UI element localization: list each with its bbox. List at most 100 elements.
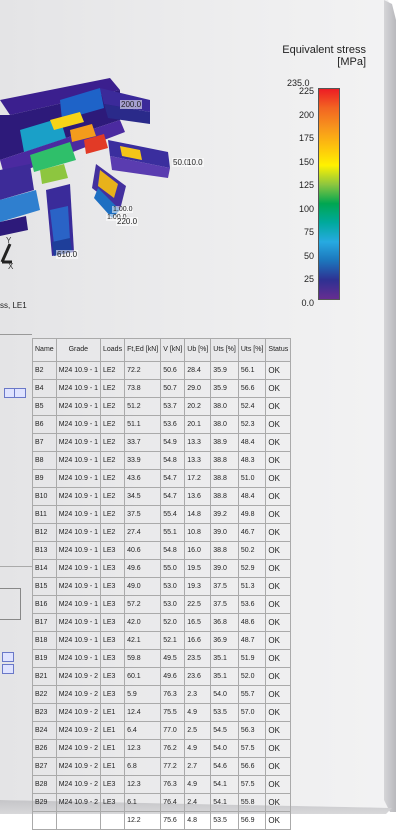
model-label-6: 220.0	[116, 217, 139, 226]
table-row: B22 M24 10.9 - 2 LE3 5.9 76.3 2.3 54.0 55.7 OK	[32, 685, 292, 704]
table-cell-v: 76.4	[160, 793, 186, 812]
table-cell-loads: LE3	[99, 631, 126, 650]
table-cell-grade: M24 10.9 - 2	[55, 739, 102, 758]
table-cell-loads: LE3	[99, 685, 126, 704]
table-cell-status: OK	[265, 667, 292, 686]
table-cell-grade: M24 10.9 - 1	[55, 415, 102, 434]
table-row: B29 M24 10.9 - 2 LE3 6.1 76.4 2.4 54.1 55.8 OK	[32, 793, 292, 812]
table-cell-grade: M24 10.9 - 1	[55, 469, 102, 488]
table-cell-ub: 16.5	[184, 613, 212, 632]
view-caption: ss, LE1	[0, 301, 27, 310]
table-cell-status: OK	[265, 541, 292, 560]
table-row: B24 M24 10.9 - 2 LE1 6.4 77.0 2.5 54.5 56.3 OK	[32, 721, 292, 740]
legend-tick-label: 225	[298, 86, 314, 96]
table-cell-v: 54.7	[160, 469, 186, 488]
model-label-3: 10.0	[186, 158, 204, 167]
table-cell-ft-ed: 42.0	[124, 613, 162, 632]
table-cell-ft-ed: 12.3	[124, 775, 162, 794]
table-cell-name: B13	[32, 541, 57, 560]
table-cell-v: 53.0	[160, 595, 186, 614]
table-cell-status: OK	[265, 595, 292, 614]
table-cell-grade: M24 10.9 - 2	[55, 793, 102, 812]
table-cell-v: 53.6	[160, 415, 186, 434]
table-cell-loads: LE2	[99, 415, 126, 434]
header-col-v: V [kN]	[160, 338, 186, 362]
table-cell-name: B26	[32, 739, 57, 758]
table-cell-ft-ed: 57.2	[124, 595, 162, 614]
table-cell-ft-ed: 51.2	[124, 397, 162, 416]
table-row: B5 M24 10.9 - 1 LE2 51.2 53.7 20.2 38.0 52.4 OK	[32, 397, 292, 416]
table-cell-ub: 23.5	[184, 649, 212, 668]
table-cell-ft-ed: 6.4	[124, 721, 162, 740]
table-cell-v: 49.5	[160, 649, 186, 668]
table-cell-v: 55.4	[160, 505, 186, 524]
table-row: B9 M24 10.9 - 1 LE2 43.6 54.7 17.2 38.8 51.0 OK	[32, 469, 292, 488]
table-cell-ft-ed: 37.5	[124, 505, 162, 524]
table-cell-uts: 54.5	[210, 721, 239, 740]
table-cell-name: B17	[32, 613, 57, 632]
table-cell-ft-ed: 73.8	[124, 379, 162, 398]
table-cell-grade: M24 10.9 - 1	[55, 379, 102, 398]
table-cell-grade: M24 10.9 - 1	[55, 451, 102, 470]
table-cell-uts-2: 51.9	[237, 649, 267, 668]
table-cell-ft-ed: 72.2	[124, 361, 162, 380]
table-cell-loads: LE1	[99, 703, 126, 722]
table-cell-uts-2: 52.3	[237, 415, 267, 434]
table-cell-ft-ed: 49.0	[124, 577, 162, 596]
table-cell-name: B21	[32, 667, 57, 686]
table-cell-name: B5	[32, 397, 57, 416]
table-cell-name: B12	[32, 523, 57, 542]
table-cell-ft-ed: 33.9	[124, 451, 162, 470]
table-cell-ub: 20.1	[184, 415, 212, 434]
table-cell-status: OK	[265, 361, 292, 380]
table-cell-ub: 16.6	[184, 631, 212, 650]
table-cell-name: B7	[32, 433, 57, 452]
table-cell-uts-2: 56.6	[237, 379, 267, 398]
table-cell-v: 52.1	[160, 631, 186, 650]
table-cell-uts-2: 50.2	[237, 541, 267, 560]
table-cell-grade: M24 10.9 - 2	[55, 721, 102, 740]
table-cell-ft-ed: 59.8	[124, 649, 162, 668]
table-cell-name: B29	[32, 793, 57, 812]
table-cell-ub: 4.9	[184, 775, 212, 794]
connection-thumbnail-icon	[14, 388, 26, 398]
table-cell-loads: LE3	[99, 541, 126, 560]
model-label-4: 1.00.0	[112, 206, 134, 213]
table-cell-ub: 2.7	[184, 757, 212, 776]
table-cell-uts: 38.9	[210, 433, 239, 452]
table-cell-loads: LE2	[99, 469, 126, 488]
table-cell-ft-ed: 6.8	[124, 757, 162, 776]
table-cell-loads: LE3	[99, 775, 126, 794]
table-cell-name: B23	[32, 703, 57, 722]
legend-tick-label: 25	[303, 274, 314, 285]
table-cell-v: 75.5	[160, 703, 186, 722]
table-cell-name: B16	[32, 595, 57, 614]
table-cell-uts-2: 51.0	[237, 469, 267, 488]
table-cell-grade: M24 10.9 - 2	[55, 685, 102, 704]
stress-model-graphic	[0, 78, 170, 256]
table-row: B8 M24 10.9 - 1 LE2 33.9 54.8 13.3 38.8 48.3 OK	[32, 451, 292, 470]
table-cell-name: B15	[32, 577, 57, 596]
table-cell-uts-2: 48.3	[237, 451, 267, 470]
table-cell-grade: M24 10.9 - 2	[55, 775, 102, 794]
table-cell-uts-2: 56.1	[237, 361, 267, 380]
header-col-uts: Uts [%]	[210, 338, 239, 362]
table-row: B11 M24 10.9 - 1 LE2 37.5 55.4 14.8 39.2 49.8 OK	[32, 505, 292, 524]
table-cell-name: B11	[32, 505, 57, 524]
model-label-1: 200.0	[120, 100, 143, 109]
table-cell-uts-2: 56.9	[237, 811, 267, 830]
table-cell-ft-ed: 5.9	[124, 685, 162, 704]
table-cell-ft-ed: 49.6	[124, 559, 162, 578]
table-cell-name: B28	[32, 775, 57, 794]
table-cell-uts-2: 48.4	[237, 433, 267, 452]
left-panel-fragment	[0, 334, 32, 805]
table-row: B23 M24 10.9 - 2 LE1 12.4 75.5 4.9 53.5 57.0 OK	[32, 703, 292, 722]
table-cell-uts: 38.0	[210, 397, 239, 416]
table-cell-status: OK	[265, 379, 292, 398]
table-row: B17 M24 10.9 - 1 LE3 42.0 52.0 16.5 36.8 48.6 OK	[32, 613, 292, 632]
table-cell-ft-ed: 27.4	[124, 523, 162, 542]
table-cell-uts: 54.0	[210, 739, 239, 758]
table-cell-ub: 28.4	[184, 361, 212, 380]
table-cell-ft-ed: 51.1	[124, 415, 162, 434]
header-col-status: Status	[265, 338, 292, 362]
